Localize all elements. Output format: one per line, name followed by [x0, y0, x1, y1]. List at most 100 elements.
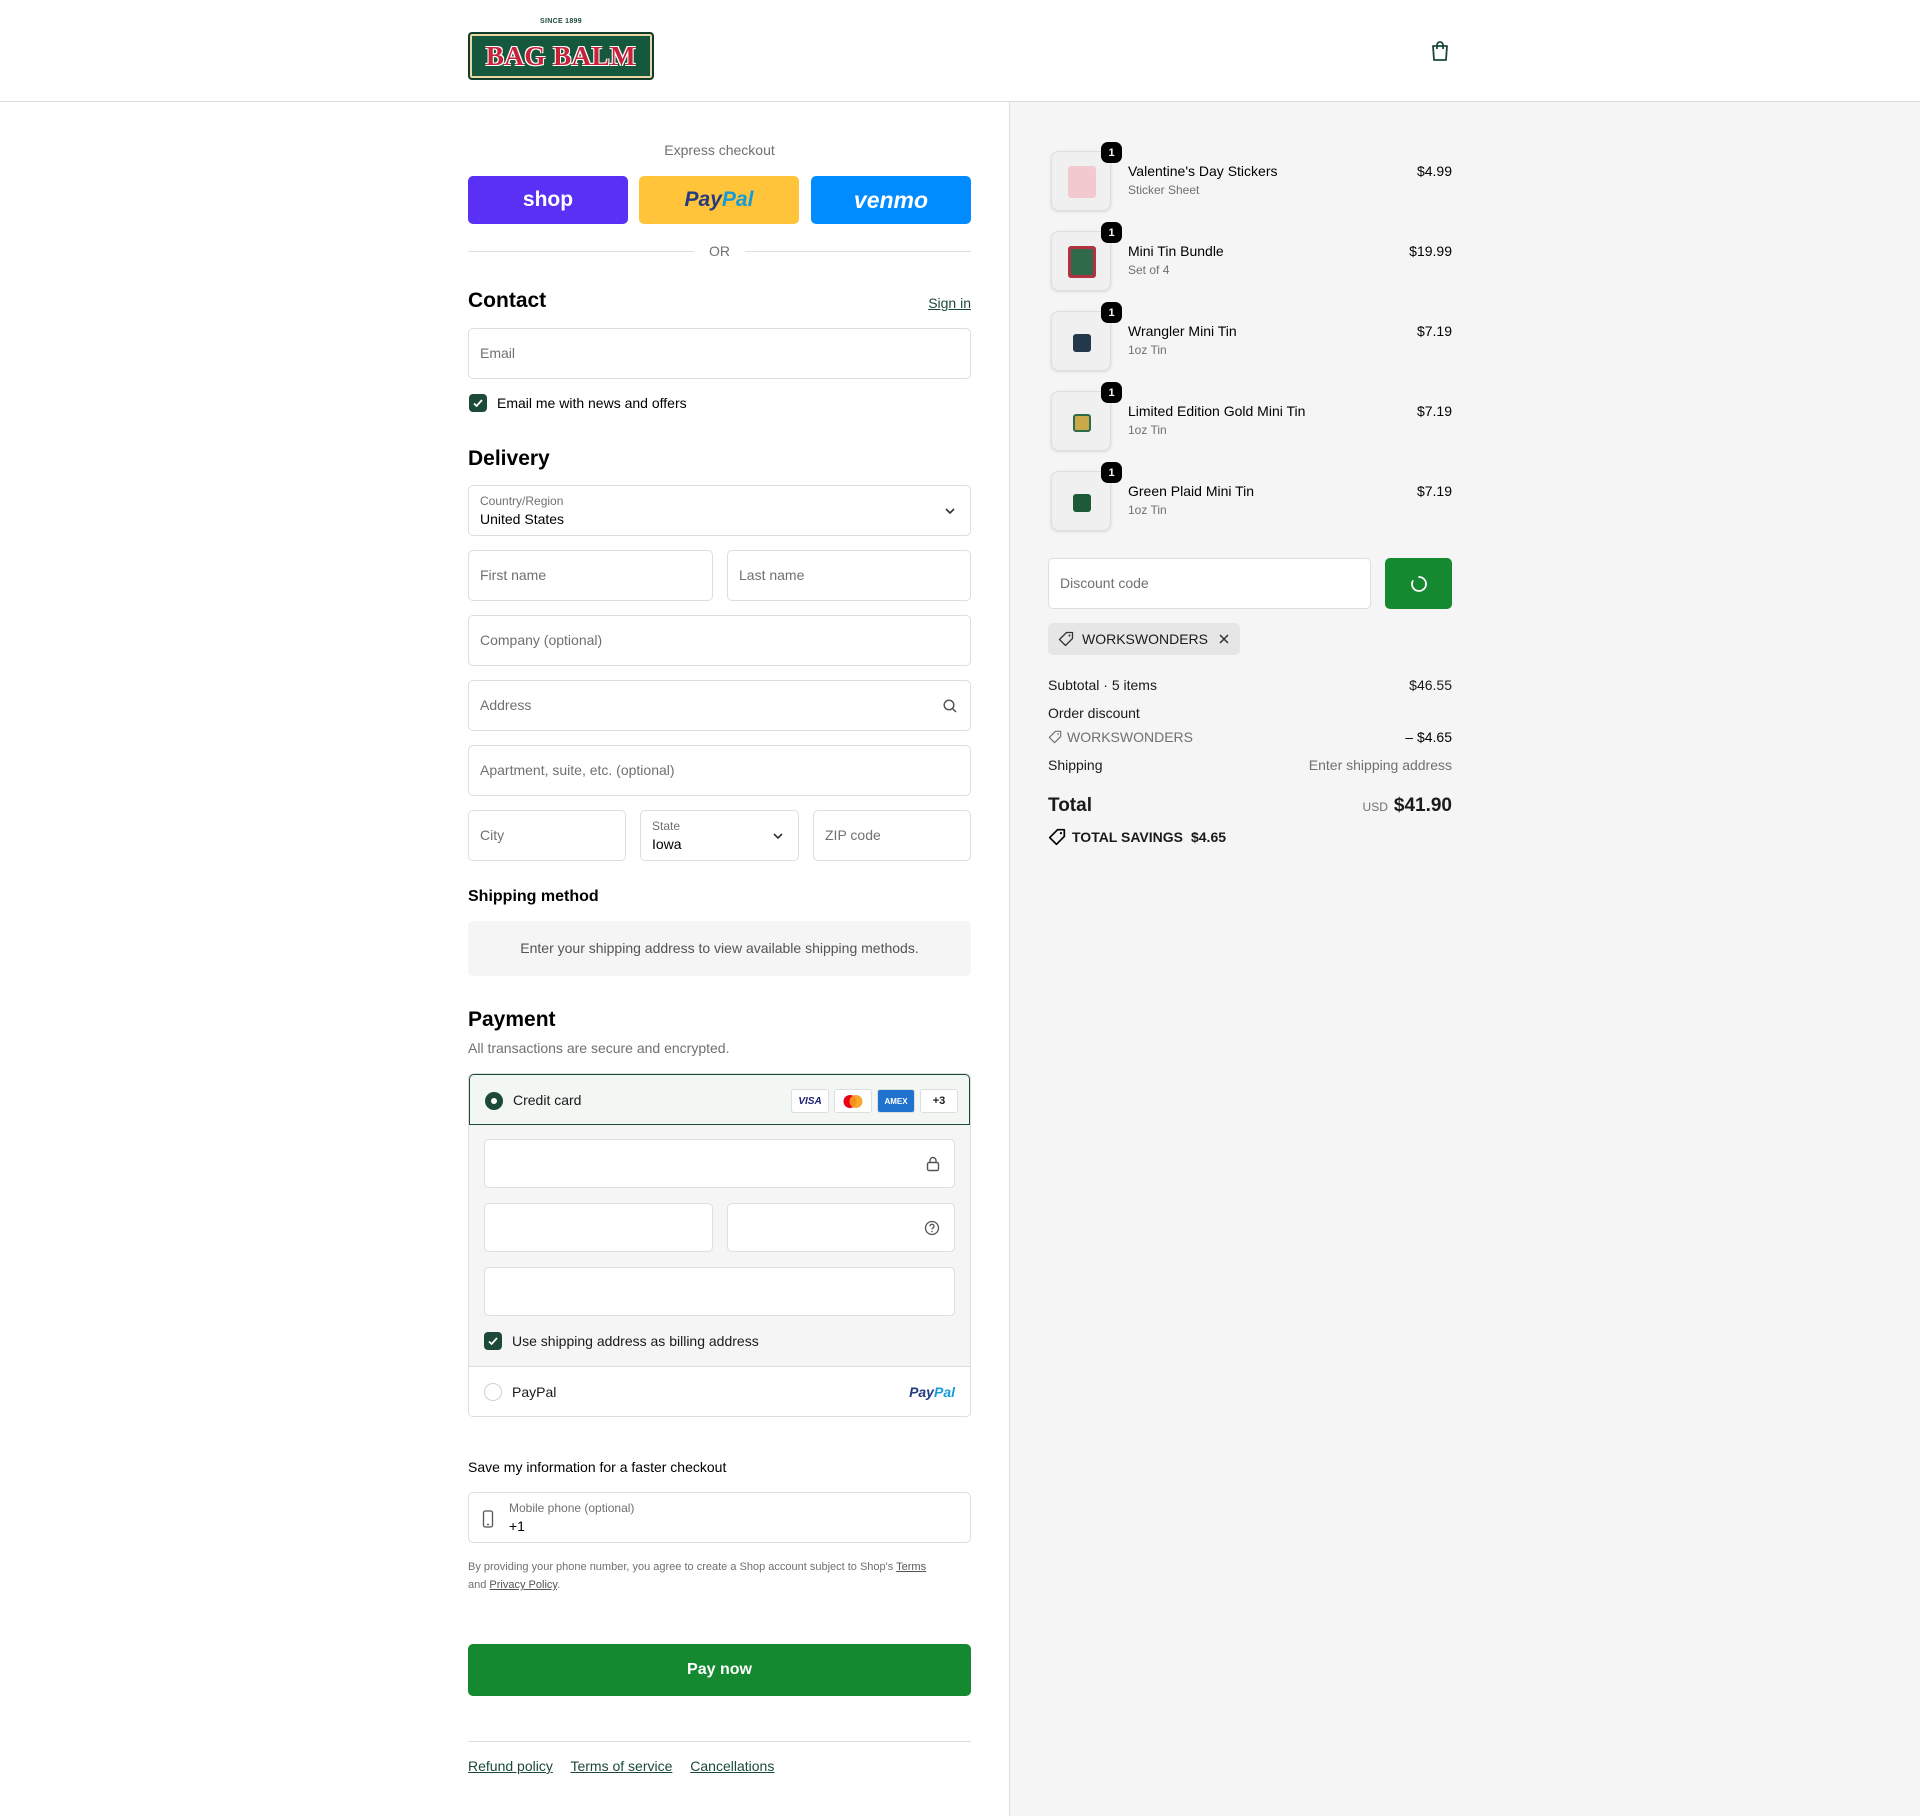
order-discount-label: Order discount [1048, 705, 1140, 721]
product-image: 1 [1051, 222, 1122, 291]
card-number-field[interactable] [484, 1139, 955, 1188]
shipping-label: Shipping [1048, 757, 1103, 773]
logo-badge: BAG BALM [468, 32, 654, 80]
payment-methods: Credit card VISA AMEX +3 Use shipping ad… [468, 1073, 971, 1417]
cart-button[interactable] [1428, 39, 1452, 63]
venmo-button[interactable]: venmo [811, 176, 971, 224]
email-field[interactable]: Email [468, 328, 971, 379]
product-image: 1 [1051, 462, 1122, 531]
more-cards-text: +3 [932, 1095, 946, 1107]
country-select[interactable]: Country/Region United States [468, 485, 971, 536]
city-field[interactable]: City [468, 810, 626, 861]
chevron-down-icon [945, 508, 955, 515]
billing-address-label: Use shipping address as billing address [512, 1333, 759, 1349]
visa-text: VISA [798, 1095, 822, 1107]
product-image: 1 [1051, 382, 1122, 451]
express-checkout-label: Express checkout [664, 142, 775, 158]
privacy-policy-link[interactable]: Privacy Policy [489, 1579, 557, 1591]
footer-divider [468, 1741, 971, 1742]
paypal-logo: PayPal [909, 1384, 955, 1400]
line-item: 1 Mini Tin Bundle Set of 4 $19.99 [1048, 222, 1452, 295]
mobile-phone-field[interactable]: Mobile phone (optional) +1 [468, 1492, 971, 1543]
newsletter-checkbox[interactable] [469, 394, 487, 412]
credit-card-label: Credit card [513, 1092, 582, 1108]
mobile-phone-icon [482, 1510, 494, 1528]
shop-pay-button[interactable]: shop [468, 176, 628, 224]
product-art [1068, 246, 1096, 278]
paypal-logo-pal: Pal [933, 1384, 955, 1400]
shop-pay-label: shop [522, 188, 574, 211]
footer-links: Refund policy Terms of service Cancellat… [468, 1758, 788, 1774]
total-currency: USD [1362, 800, 1388, 814]
divider-line [745, 251, 971, 252]
amex-icon: AMEX [877, 1089, 915, 1113]
discount-value: – $4.65 [1405, 729, 1452, 745]
product-price: $7.19 [1416, 403, 1452, 419]
apartment-field[interactable]: Apartment, suite, etc. (optional) [468, 745, 971, 796]
address-field[interactable]: Address [468, 680, 971, 731]
shipping-row: Shipping Enter shipping address [1048, 757, 1452, 773]
sign-in-link[interactable]: Sign in [928, 295, 971, 311]
lock-icon [926, 1156, 940, 1172]
product-variant: 1oz Tin [1128, 343, 1167, 357]
product-variant: 1oz Tin [1128, 503, 1167, 517]
or-divider: OR [468, 242, 971, 260]
first-name-placeholder: First name [480, 567, 547, 583]
paypal-label-pay: Pay [684, 188, 722, 211]
product-art [1068, 166, 1096, 198]
country-label: Country/Region [480, 494, 564, 508]
bag-balm-logo[interactable]: SINCE 1899 BAG BALM [468, 18, 654, 82]
quantity-badge: 1 [1101, 142, 1122, 163]
discount-code-name: WORKSWONDERS [1067, 729, 1193, 745]
discount-code-field[interactable]: Discount code [1048, 558, 1371, 609]
close-icon[interactable] [1218, 633, 1230, 645]
state-select[interactable]: State Iowa [640, 810, 799, 861]
refund-policy-link[interactable]: Refund policy [468, 1758, 553, 1774]
more-cards-badge: +3 [920, 1089, 958, 1113]
payment-subtitle: All transactions are secure and encrypte… [468, 1040, 730, 1056]
help-icon[interactable] [924, 1220, 940, 1236]
first-name-field[interactable]: First name [468, 550, 713, 601]
paypal-label-pal: Pal [721, 188, 754, 211]
paypal-option[interactable]: PayPal PayPal [469, 1366, 970, 1416]
payment-heading: Payment [468, 1008, 556, 1031]
credit-card-option[interactable]: Credit card VISA AMEX +3 [469, 1074, 970, 1125]
legal-text-2: and [468, 1579, 490, 1591]
terms-of-service-link[interactable]: Terms of service [570, 1758, 672, 1774]
product-variant: Set of 4 [1128, 263, 1170, 277]
contact-heading: Contact [468, 289, 547, 312]
shipping-method-message: Enter your shipping address to view avai… [468, 921, 971, 976]
email-placeholder: Email [480, 345, 516, 361]
quantity-badge: 1 [1101, 462, 1122, 483]
apply-discount-button[interactable] [1385, 558, 1452, 609]
company-placeholder: Company (optional) [480, 632, 603, 648]
billing-address-checkbox[interactable] [484, 1332, 502, 1350]
name-on-card-field[interactable] [484, 1267, 955, 1316]
product-name: Limited Edition Gold Mini Tin [1128, 403, 1306, 419]
pay-now-button[interactable]: Pay now [468, 1644, 971, 1696]
paypal-radio[interactable] [484, 1383, 502, 1401]
company-field[interactable]: Company (optional) [468, 615, 971, 666]
search-icon [943, 699, 957, 713]
zip-field[interactable]: ZIP code [813, 810, 971, 861]
security-code-field[interactable] [727, 1203, 955, 1252]
tag-icon [1058, 631, 1074, 647]
paypal-express-button[interactable]: Pay Pal [639, 176, 799, 224]
save-info-heading: Save my information for a faster checkou… [468, 1459, 727, 1475]
savings-label: TOTAL SAVINGS [1072, 829, 1183, 845]
product-name: Mini Tin Bundle [1128, 243, 1224, 259]
credit-card-radio[interactable] [485, 1092, 503, 1110]
state-value: Iowa [652, 836, 682, 852]
expiration-date-field[interactable] [484, 1203, 713, 1252]
visa-icon: VISA [791, 1089, 829, 1113]
discount-code-placeholder: Discount code [1060, 575, 1149, 591]
line-item: 1 Wrangler Mini Tin 1oz Tin $7.19 [1048, 302, 1452, 375]
checkmark-icon [488, 1337, 498, 1346]
tag-icon [1048, 730, 1062, 744]
last-name-field[interactable]: Last name [727, 550, 971, 601]
line-item: 1 Limited Edition Gold Mini Tin 1oz Tin … [1048, 382, 1452, 455]
terms-link[interactable]: Terms [896, 1561, 926, 1573]
subtotal-label: Subtotal · 5 items [1048, 677, 1157, 693]
product-variant: Sticker Sheet [1128, 183, 1200, 197]
cancellations-link[interactable]: Cancellations [690, 1758, 774, 1774]
